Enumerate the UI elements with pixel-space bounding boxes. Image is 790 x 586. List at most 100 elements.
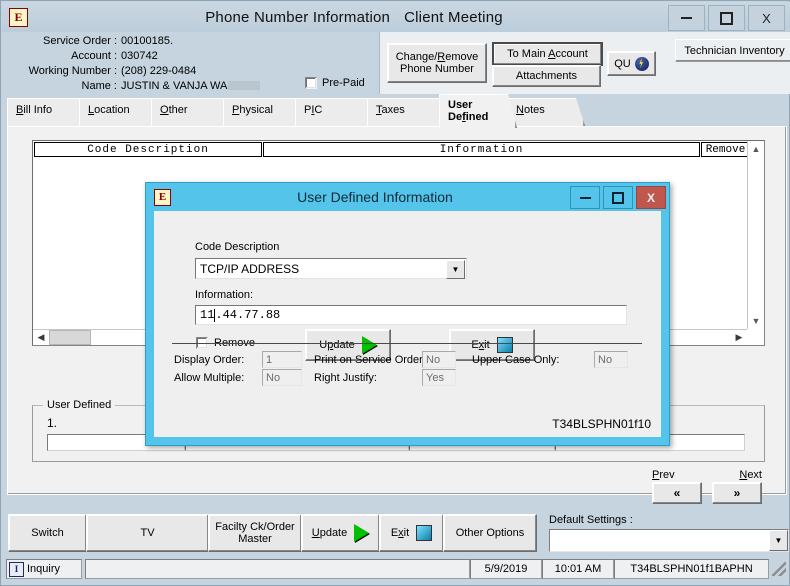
header-button-panel: Change/Remove Phone Number To Main Accou… <box>379 32 790 94</box>
exit-button[interactable]: Exit <box>379 514 444 552</box>
grid-header-row: Code Description Information Remove <box>33 141 764 157</box>
attachments-button[interactable]: Attachments <box>492 65 601 87</box>
groupbox-title: User Defined <box>43 399 116 411</box>
inquiry-icon: I <box>9 561 24 577</box>
scroll-down-icon[interactable]: ▼ <box>748 313 764 329</box>
pager-labels: Prev Next <box>652 469 762 481</box>
prepaid-label: Pre-Paid <box>322 77 365 89</box>
next-button[interactable]: » <box>712 482 762 504</box>
field-account: Account : 030742 <box>2 49 262 64</box>
user-defined-information-dialog: E User Defined Information X Code Descri… <box>145 182 670 446</box>
prepaid-checkbox[interactable] <box>305 77 317 89</box>
exit-label: Exit <box>390 527 410 539</box>
qu-button[interactable]: QU <box>607 51 656 76</box>
prev-button[interactable]: « <box>652 482 702 504</box>
green-arrow-icon <box>361 336 377 354</box>
title-bar: E Phone Number Information Client Meeting… <box>2 2 790 32</box>
display-order-value: 1 <box>262 351 302 368</box>
qu-label: QU <box>614 57 631 70</box>
grid-col-remove[interactable]: Remove <box>701 142 750 157</box>
header-panel: Service Order : 00100185. Account : 0307… <box>2 32 790 94</box>
bottom-toolbar: Switch TV Facilty Ck/Order Master Update… <box>8 514 789 552</box>
default-settings-label: Default Settings : <box>549 514 633 526</box>
prev-label: Prev <box>652 469 675 481</box>
green-arrow-icon <box>354 524 370 542</box>
status-bar: I Inquiry 5/9/2019 10:01 AM T34BLSPHN01f… <box>6 558 786 580</box>
tv-button[interactable]: TV <box>86 514 209 552</box>
field-label: Account : <box>71 50 117 62</box>
information-label: Information: <box>195 289 254 301</box>
blue-square-icon <box>416 525 433 541</box>
information-input[interactable]: 11.44.77.88 <box>195 305 627 325</box>
status-inquiry-mode: I Inquiry <box>6 559 82 579</box>
chevron-down-icon[interactable]: ▼ <box>446 260 465 279</box>
minimize-icon[interactable] <box>668 5 705 31</box>
information-value-before-caret: 11 <box>200 308 215 322</box>
default-settings-dropdown[interactable]: ▼ <box>549 529 789 552</box>
btn-line2: Master <box>238 533 272 545</box>
tab-notes[interactable]: Notes <box>507 98 585 126</box>
field-service-order: Service Order : 00100185. <box>2 34 262 49</box>
code-description-label: Code Description <box>195 241 280 253</box>
dialog-app-icon: E <box>154 188 171 206</box>
pager-buttons: « » <box>652 482 762 504</box>
field-value-wrap: JUSTIN & VANJA WA <box>121 79 262 94</box>
code-description-combobox[interactable]: TCP/IP ADDRESS ▼ <box>195 258 467 279</box>
allow-multiple-label: Allow Multiple: <box>174 372 245 384</box>
resize-grip-icon[interactable] <box>772 562 786 576</box>
grid-col-information[interactable]: Information <box>263 142 700 157</box>
update-button[interactable]: Update <box>301 514 380 552</box>
lightning-orb-icon <box>634 56 649 71</box>
dialog-close-icon[interactable]: X <box>636 186 666 209</box>
btn-label: To Main Account <box>507 48 588 60</box>
app-icon: E <box>9 7 28 27</box>
field-value: 00100185. <box>121 35 173 47</box>
tab-user-defined[interactable]: User Defined <box>439 94 517 128</box>
scroll-left-icon[interactable]: ◀ <box>33 331 49 345</box>
blue-square-icon <box>496 337 513 353</box>
dialog-maximize-icon[interactable] <box>603 186 633 209</box>
scroll-up-icon[interactable]: ▲ <box>748 141 764 157</box>
prepaid-checkbox-row[interactable]: Pre-Paid <box>300 77 365 89</box>
btn-line2: Phone Number <box>399 63 474 75</box>
grid-vertical-scrollbar[interactable]: ▲ ▼ <box>747 141 764 329</box>
chevron-down-icon[interactable]: ▼ <box>769 530 788 551</box>
next-label: Next <box>739 469 762 481</box>
technician-inventory-button[interactable]: Technician Inventory <box>675 39 790 62</box>
account-summary: Service Order : 00100185. Account : 0307… <box>2 34 262 94</box>
other-options-button[interactable]: Other Options <box>443 514 537 552</box>
change-remove-phone-number-button[interactable]: Change/Remove Phone Number <box>387 43 487 83</box>
upper-case-only-label: Upper Case Only: <box>472 354 560 366</box>
facility-check-order-master-button[interactable]: Facilty Ck/Order Master <box>208 514 302 552</box>
dialog-minimize-icon[interactable] <box>570 186 600 209</box>
close-icon[interactable]: X <box>748 5 785 31</box>
status-date: 5/9/2019 <box>470 559 542 579</box>
inquiry-label: Inquiry <box>27 563 61 575</box>
to-main-account-button[interactable]: To Main Account <box>492 42 603 66</box>
status-time: 10:01 AM <box>542 559 614 579</box>
right-justify-label: Right Justify: <box>314 372 377 384</box>
print-on-service-order-value: No <box>422 351 456 368</box>
dialog-title-bar: E User Defined Information X <box>146 183 669 211</box>
upper-case-only-value: No <box>594 351 628 368</box>
information-value-after-caret: .44.77.88 <box>215 308 281 322</box>
section-divider <box>172 343 642 344</box>
maximize-icon[interactable] <box>708 5 745 31</box>
application-window: E Phone Number Information Client Meeting… <box>0 0 790 586</box>
dialog-window-controls: X <box>570 186 666 209</box>
switch-button[interactable]: Switch <box>8 514 87 552</box>
scroll-right-icon[interactable]: ▶ <box>731 331 747 345</box>
right-justify-value: Yes <box>422 369 456 386</box>
grid-col-code-description[interactable]: Code Description <box>34 142 262 157</box>
status-message <box>85 559 470 579</box>
groupbox-row-number: 1. <box>47 416 58 430</box>
field-label: Working Number : <box>28 65 117 77</box>
field-working-number: Working Number : (208) 229-0484 <box>2 64 262 79</box>
update-label: Update <box>311 527 348 539</box>
tab-strip: Bill Info Location Other Physical PIC Ta… <box>7 94 785 126</box>
update-label: Update <box>319 339 355 351</box>
code-description-value: TCP/IP ADDRESS <box>200 261 300 276</box>
print-on-service-order-label: Print on Service Order: <box>314 354 426 366</box>
scroll-thumb[interactable] <box>49 330 91 345</box>
dialog-program-code: T34BLSPHN01f10 <box>552 417 651 431</box>
